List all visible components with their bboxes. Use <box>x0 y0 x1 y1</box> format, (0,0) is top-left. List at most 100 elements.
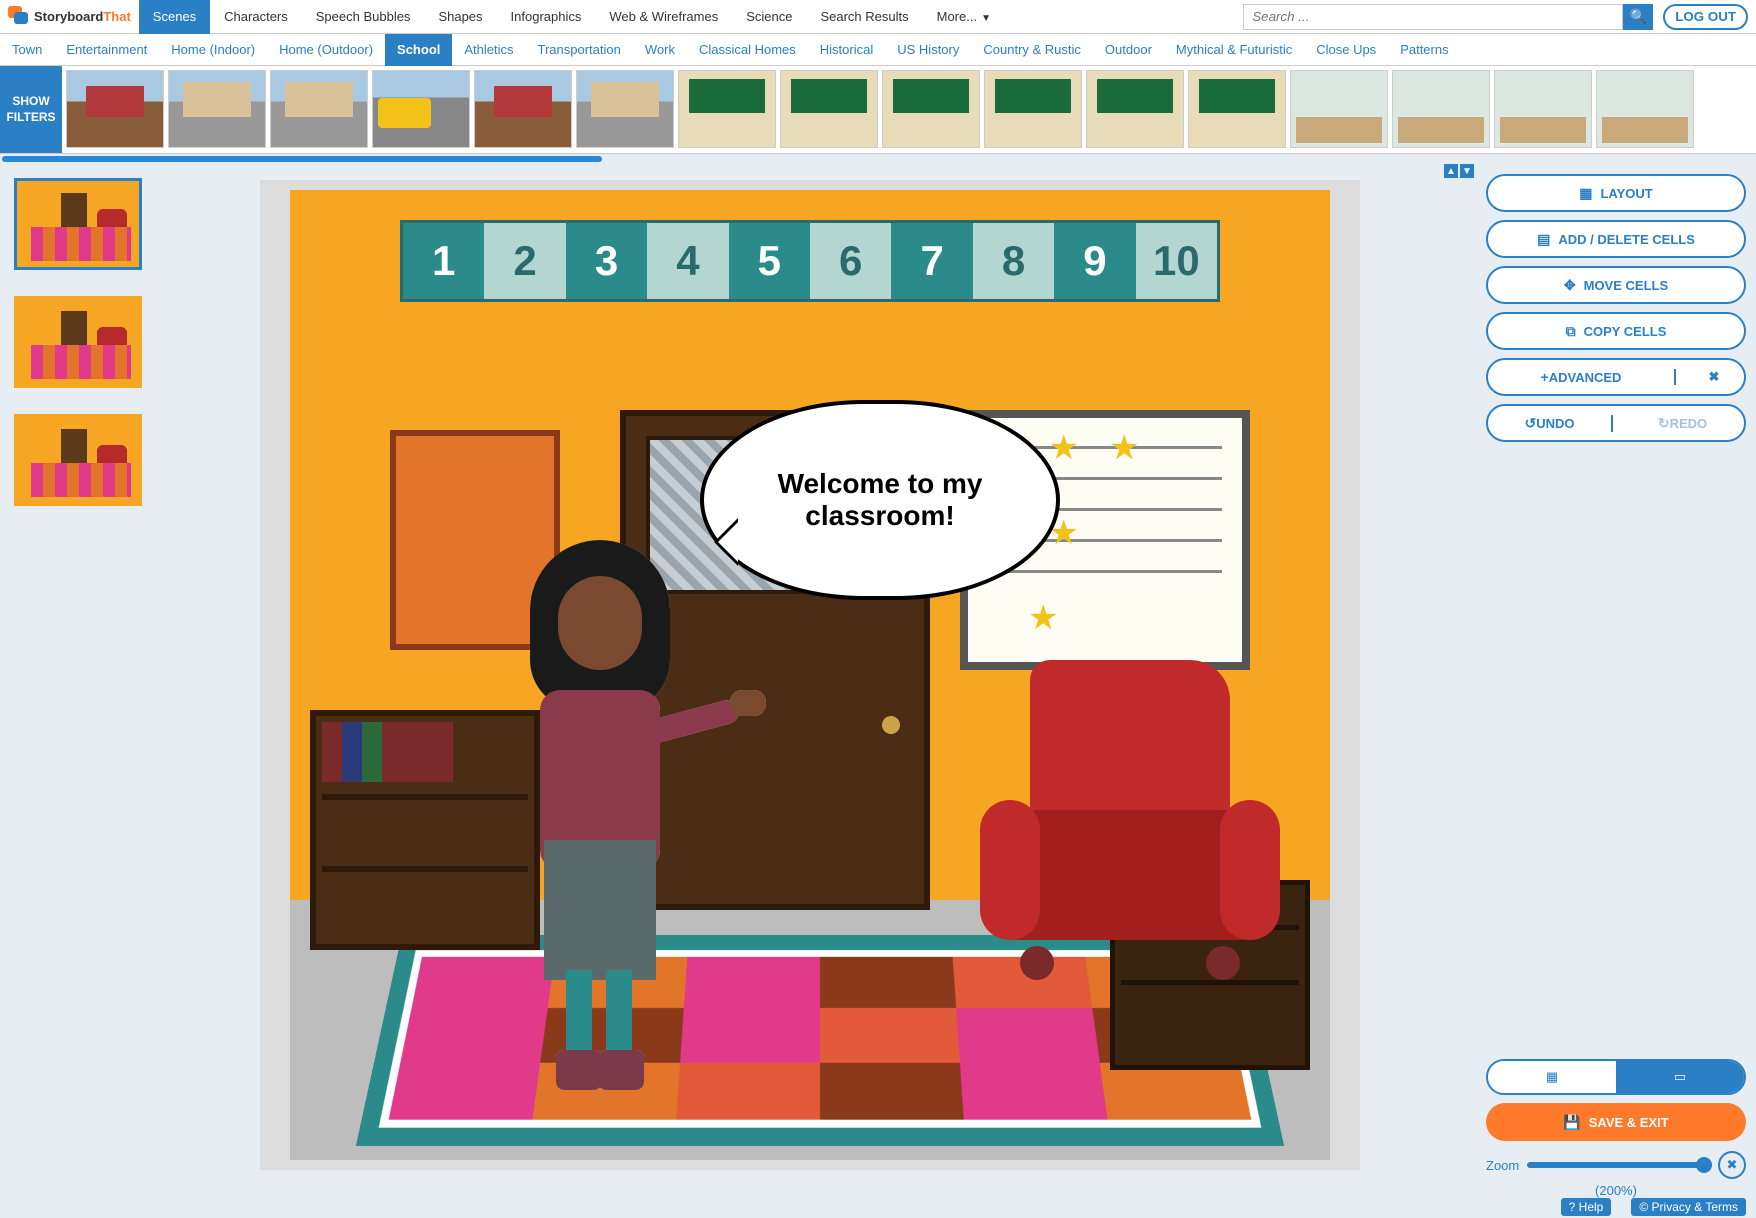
cat-outdoor[interactable]: Outdoor <box>1093 34 1164 66</box>
nav-tab-more[interactable]: More... ▼ <box>923 0 1005 34</box>
app-logo[interactable]: StoryboardThat <box>0 6 139 28</box>
cell-thumbnail-2[interactable]: 2 <box>14 296 142 388</box>
logout-button[interactable]: LOG OUT <box>1663 4 1748 30</box>
top-nav: StoryboardThat Scenes Characters Speech … <box>0 0 1756 34</box>
asset-browser: SHOW FILTERS <box>0 66 1756 154</box>
scene-thumbnail[interactable] <box>270 70 368 148</box>
save-icon: 💾 <box>1563 1114 1580 1131</box>
storyboard-canvas[interactable]: 1 2 3 4 5 6 7 8 9 10 ★★★ ★★ ★ <box>260 180 1360 1170</box>
nav-tab-science[interactable]: Science <box>732 0 806 34</box>
zoom-slider[interactable] <box>1527 1162 1710 1168</box>
cat-us-history[interactable]: US History <box>885 34 971 66</box>
logo-icon <box>8 6 30 28</box>
copy-cells-button[interactable]: ⧉COPY CELLS <box>1486 312 1746 350</box>
scene-thumbnail[interactable] <box>1188 70 1286 148</box>
scene-thumbnail[interactable] <box>576 70 674 148</box>
nav-tab-search-results[interactable]: Search Results <box>806 0 922 34</box>
scene-thumbnail[interactable] <box>1596 70 1694 148</box>
scene-thumbnail[interactable] <box>474 70 572 148</box>
cat-country-rustic[interactable]: Country & Rustic <box>971 34 1093 66</box>
scene-armchair[interactable] <box>980 660 1280 980</box>
canvas-area: ▲ ▼ 1 2 3 4 5 6 7 8 9 10 <box>260 164 1476 1208</box>
nav-tab-speech-bubbles[interactable]: Speech Bubbles <box>302 0 425 34</box>
search-button[interactable]: 🔍 <box>1623 4 1653 30</box>
undo-redo-buttons: ↺UNDO ↻REDO <box>1486 404 1746 442</box>
undo-button[interactable]: ↺UNDO <box>1488 415 1613 432</box>
add-delete-cells-button[interactable]: ▤ADD / DELETE CELLS <box>1486 220 1746 258</box>
zoom-fit-button[interactable]: ✖ <box>1718 1151 1746 1179</box>
scene-thumbnail[interactable] <box>984 70 1082 148</box>
redo-button[interactable]: ↻REDO <box>1621 415 1744 432</box>
cat-town[interactable]: Town <box>0 34 54 66</box>
cat-entertainment[interactable]: Entertainment <box>54 34 159 66</box>
nav-tabs: Scenes Characters Speech Bubbles Shapes … <box>139 0 1005 34</box>
scene-thumbnail[interactable] <box>780 70 878 148</box>
nav-tab-web-wireframes[interactable]: Web & Wireframes <box>595 0 732 34</box>
single-view-button[interactable]: ▭ <box>1616 1061 1744 1093</box>
scene-categories: Town Entertainment Home (Indoor) Home (O… <box>0 34 1756 66</box>
nav-tab-infographics[interactable]: Infographics <box>497 0 596 34</box>
redo-icon: ↻ <box>1658 415 1670 432</box>
save-exit-button[interactable]: 💾SAVE & EXIT <box>1486 1103 1746 1141</box>
nav-tab-more-label: More... <box>937 9 977 24</box>
help-link[interactable]: ? Help <box>1561 1198 1612 1216</box>
cell-number: 2 <box>141 368 142 388</box>
cat-historical[interactable]: Historical <box>808 34 885 66</box>
canvas-scroll-controls: ▲ ▼ <box>1444 164 1474 178</box>
scene-thumbnail[interactable] <box>678 70 776 148</box>
nav-tab-scenes[interactable]: Scenes <box>139 0 210 34</box>
scroll-down-icon[interactable]: ▼ <box>1460 164 1474 178</box>
speech-bubble-text: Welcome to my classroom! <box>744 468 1016 532</box>
cells-icon: ▤ <box>1537 231 1550 248</box>
cat-school[interactable]: School <box>385 34 452 66</box>
logo-text-a: Storyboard <box>34 9 103 24</box>
cat-transportation[interactable]: Transportation <box>526 34 633 66</box>
scroll-up-icon[interactable]: ▲ <box>1444 164 1458 178</box>
view-toggle: ▦ ▭ <box>1486 1059 1746 1095</box>
search-icon: 🔍 <box>1630 8 1647 25</box>
nav-tab-shapes[interactable]: Shapes <box>424 0 496 34</box>
expand-icon[interactable]: ✖ <box>1684 369 1744 385</box>
privacy-link[interactable]: © Privacy & Terms <box>1631 1198 1746 1216</box>
star-icon: ★ <box>1109 428 1139 468</box>
scene-thumbnail[interactable] <box>1290 70 1388 148</box>
cat-home-outdoor[interactable]: Home (Outdoor) <box>267 34 385 66</box>
cat-mythical-futuristic[interactable]: Mythical & Futuristic <box>1164 34 1304 66</box>
scene-thumbnail[interactable] <box>1392 70 1490 148</box>
asset-scrollbar[interactable] <box>0 154 1756 164</box>
scene-thumbnail[interactable] <box>1086 70 1184 148</box>
cell-number: 1 <box>141 250 142 270</box>
chevron-down-icon: ▼ <box>981 13 991 24</box>
footer-links: ? Help © Privacy & Terms <box>1561 1198 1746 1216</box>
scene-number-strip[interactable]: 1 2 3 4 5 6 7 8 9 10 <box>400 220 1220 302</box>
scene-thumbnail[interactable] <box>168 70 266 148</box>
grid-icon: ▦ <box>1546 1069 1558 1085</box>
grid-view-button[interactable]: ▦ <box>1488 1061 1616 1093</box>
star-icon: ★ <box>1048 428 1078 468</box>
scene-thumbnail[interactable] <box>66 70 164 148</box>
scene-speech-bubble[interactable]: Welcome to my classroom! <box>700 400 1060 600</box>
layout-button[interactable]: ▦LAYOUT <box>1486 174 1746 212</box>
logo-text-b: That <box>103 9 130 24</box>
search-input[interactable] <box>1243 4 1623 30</box>
scene-thumbnail[interactable] <box>372 70 470 148</box>
cat-athletics[interactable]: Athletics <box>452 34 525 66</box>
scene-character-teacher[interactable] <box>480 540 720 1100</box>
move-cells-button[interactable]: ✥MOVE CELLS <box>1486 266 1746 304</box>
cell-thumbnail-1[interactable]: 1 <box>14 178 142 270</box>
move-icon: ✥ <box>1564 277 1576 294</box>
cat-home-indoor[interactable]: Home (Indoor) <box>159 34 267 66</box>
undo-icon: ↺ <box>1524 415 1536 432</box>
zoom-control: Zoom ✖ <box>1486 1151 1746 1179</box>
cat-patterns[interactable]: Patterns <box>1388 34 1460 66</box>
advanced-button[interactable]: +ADVANCED ✖ <box>1486 358 1746 396</box>
nav-tab-characters[interactable]: Characters <box>210 0 302 34</box>
cell-thumbnail-3[interactable]: 3 <box>14 414 142 506</box>
show-filters-button[interactable]: SHOW FILTERS <box>0 66 62 153</box>
cat-close-ups[interactable]: Close Ups <box>1304 34 1388 66</box>
copy-icon: ⧉ <box>1566 323 1576 340</box>
scene-thumbnail[interactable] <box>882 70 980 148</box>
cat-classical-homes[interactable]: Classical Homes <box>687 34 808 66</box>
cat-work[interactable]: Work <box>633 34 687 66</box>
scene-thumbnail[interactable] <box>1494 70 1592 148</box>
